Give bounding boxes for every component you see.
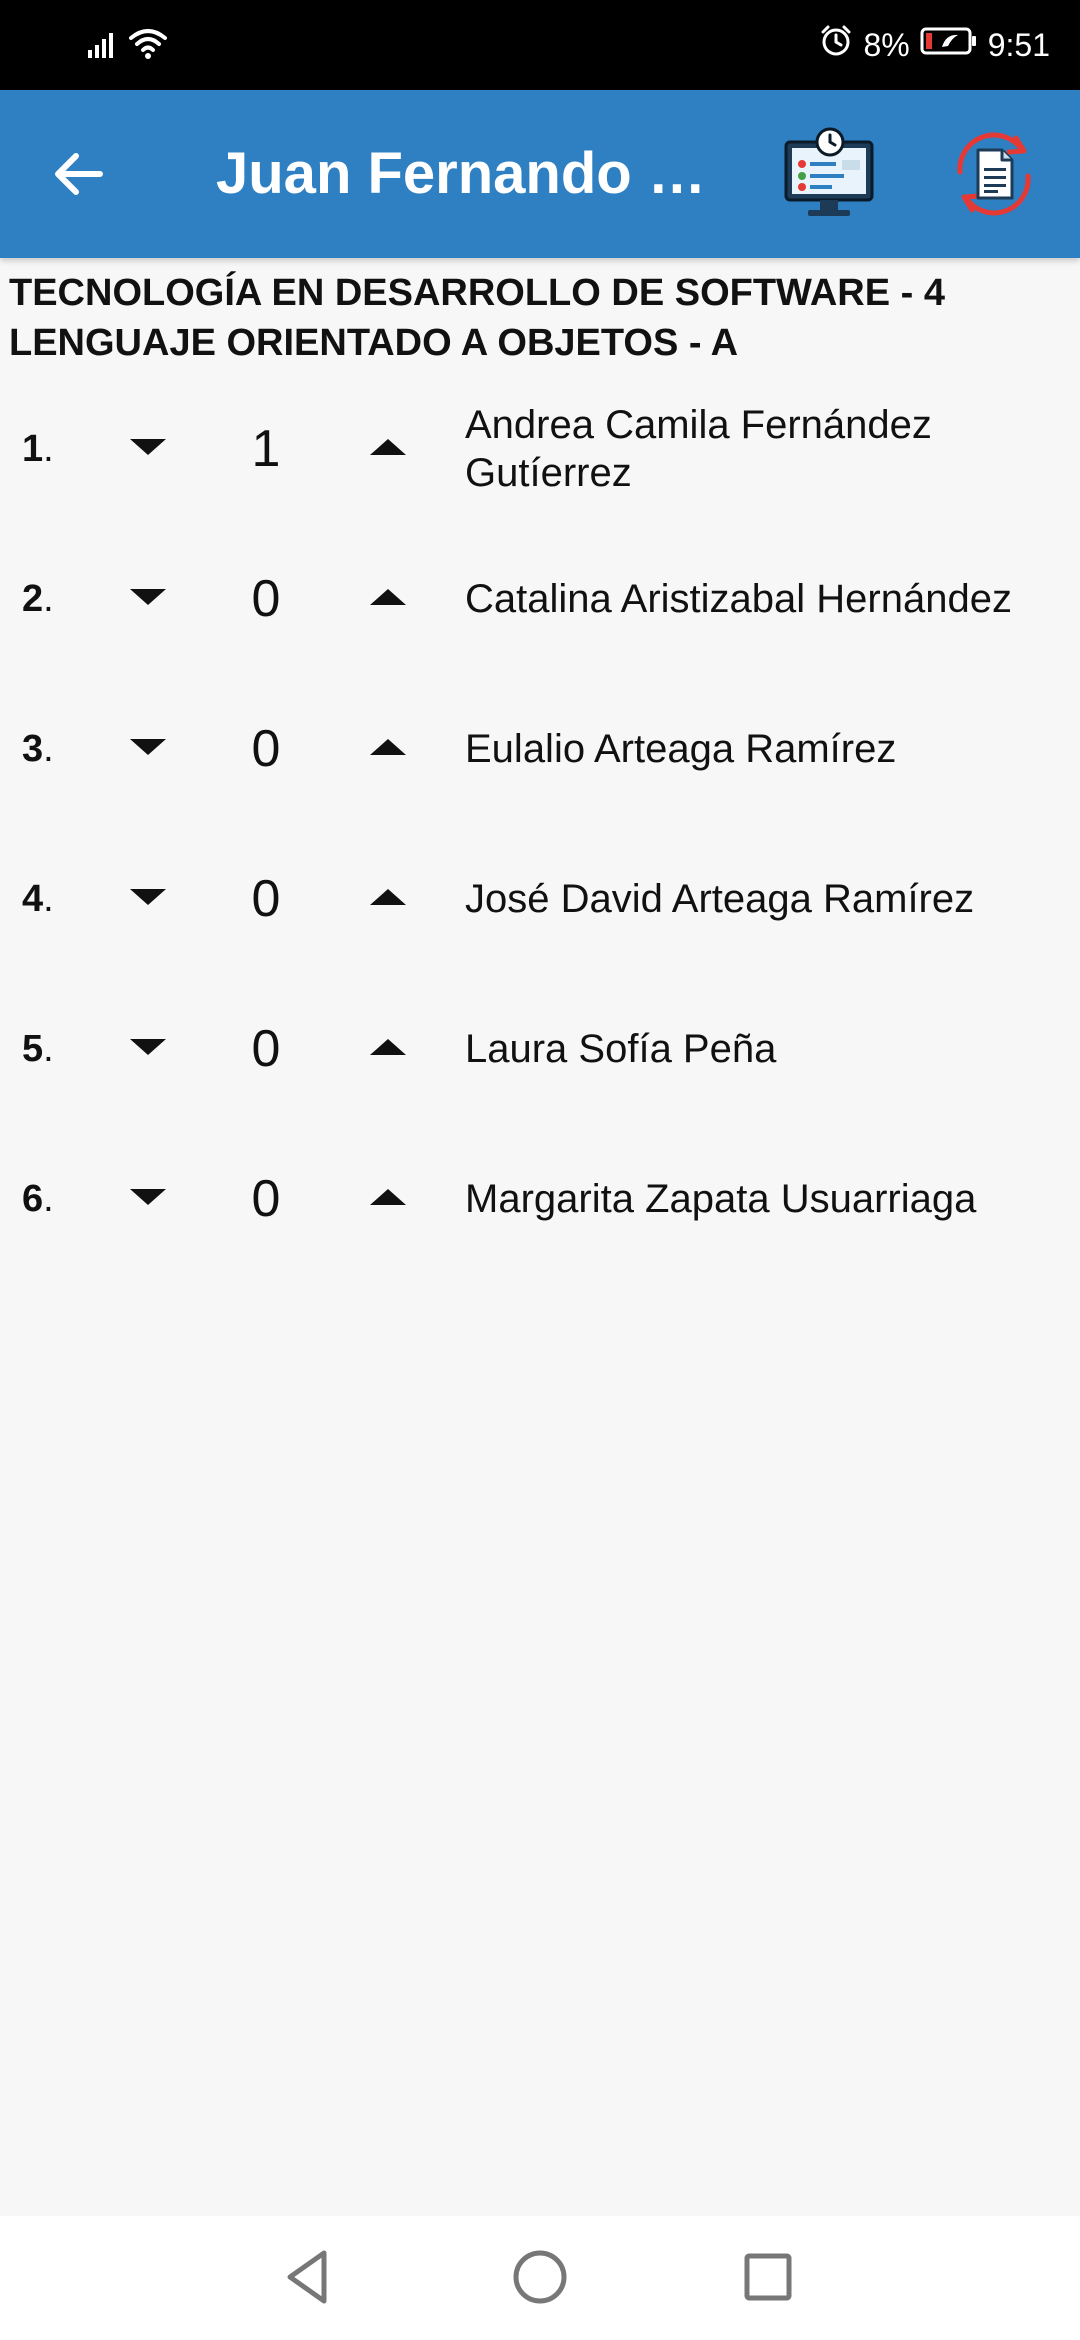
battery-percent: 8%	[863, 27, 910, 63]
attendance-button[interactable]	[780, 124, 880, 224]
row-number: 4.	[22, 877, 54, 920]
student-row: 4. 0 José David Arteaga Ramírez	[0, 824, 1080, 974]
app-title: Juan Fernando S...	[216, 141, 716, 206]
caret-down-icon	[128, 735, 168, 764]
back-triangle-icon	[278, 2247, 338, 2312]
course-header: TECNOLOGÍA EN DESARROLLO DE SOFTWARE - 4…	[9, 268, 1069, 368]
wifi-icon	[128, 26, 168, 65]
row-number: 5.	[22, 1027, 54, 1070]
decrease-score-button[interactable]	[118, 869, 178, 929]
caret-down-icon	[128, 585, 168, 614]
student-row: 2. 0 Catalina Aristizabal Hernández	[0, 524, 1080, 674]
caret-down-icon	[128, 885, 168, 914]
nav-back-button[interactable]	[273, 2244, 343, 2314]
home-circle-icon	[510, 2247, 570, 2312]
increase-score-button[interactable]	[358, 1019, 418, 1079]
decrease-score-button[interactable]	[118, 569, 178, 629]
attendance-monitor-icon	[780, 127, 880, 228]
increase-score-button[interactable]	[358, 1169, 418, 1229]
student-name: Eulalio Arteaga Ramírez	[465, 727, 897, 771]
status-right: 8% 9:51	[819, 0, 1050, 90]
course-subject: LENGUAJE ORIENTADO A OBJETOS - A	[9, 322, 739, 364]
nav-recents-button[interactable]	[733, 2244, 803, 2314]
caret-up-icon	[368, 585, 408, 614]
student-row: 6. 0 Margarita Zapata Usuarriaga	[0, 1124, 1080, 1274]
app-bar: Juan Fernando S...	[0, 90, 1080, 258]
alarm-icon	[819, 24, 853, 66]
student-name: Margarita Zapata Usuarriaga	[465, 1177, 977, 1221]
recents-square-icon	[738, 2247, 798, 2312]
caret-up-icon	[368, 435, 408, 464]
row-number: 3.	[22, 727, 54, 770]
status-left	[86, 26, 168, 65]
decrease-score-button[interactable]	[118, 719, 178, 779]
row-number: 1.	[22, 427, 54, 470]
caret-up-icon	[368, 1185, 408, 1214]
score-value: 0	[251, 870, 281, 928]
student-row: 5. 0 Laura Sofía Peña	[0, 974, 1080, 1124]
decrease-score-button[interactable]	[118, 419, 178, 479]
increase-score-button[interactable]	[358, 719, 418, 779]
document-sync-icon	[944, 132, 1044, 228]
caret-up-icon	[368, 735, 408, 764]
sync-button[interactable]	[944, 124, 1044, 224]
student-name: Catalina Aristizabal Hernández	[465, 577, 1012, 621]
nav-bar	[0, 2216, 1080, 2340]
decrease-score-button[interactable]	[118, 1019, 178, 1079]
clock: 9:51	[987, 27, 1050, 63]
score-value: 0	[251, 570, 281, 628]
increase-score-button[interactable]	[358, 569, 418, 629]
back-button[interactable]	[46, 144, 110, 208]
student-name: Laura Sofía Peña	[465, 1027, 777, 1071]
signal-icon	[86, 26, 120, 65]
score-value: 0	[251, 720, 281, 778]
increase-score-button[interactable]	[358, 419, 418, 479]
battery-icon	[920, 26, 978, 64]
row-number: 6.	[22, 1177, 54, 1220]
score-value: 0	[251, 1020, 281, 1078]
student-name: Andrea Camila Fernández Gutíerrez	[465, 403, 932, 495]
status-bar: 8% 9:51	[0, 0, 1080, 90]
nav-home-button[interactable]	[505, 2244, 575, 2314]
caret-down-icon	[128, 435, 168, 464]
course-program: TECNOLOGÍA EN DESARROLLO DE SOFTWARE - 4	[9, 272, 945, 314]
student-row: 3. 0 Eulalio Arteaga Ramírez	[0, 674, 1080, 824]
score-value: 0	[251, 1170, 281, 1228]
student-list: 1. 1 Andrea Camila Fernández Gutíerrez 2…	[0, 374, 1080, 1274]
student-row: 1. 1 Andrea Camila Fernández Gutíerrez	[0, 374, 1080, 524]
row-number: 2.	[22, 577, 54, 620]
caret-up-icon	[368, 885, 408, 914]
student-name: José David Arteaga Ramírez	[465, 877, 975, 921]
decrease-score-button[interactable]	[118, 1169, 178, 1229]
score-value: 1	[251, 420, 281, 478]
increase-score-button[interactable]	[358, 869, 418, 929]
back-arrow-icon	[50, 146, 106, 207]
caret-up-icon	[368, 1035, 408, 1064]
caret-down-icon	[128, 1185, 168, 1214]
caret-down-icon	[128, 1035, 168, 1064]
